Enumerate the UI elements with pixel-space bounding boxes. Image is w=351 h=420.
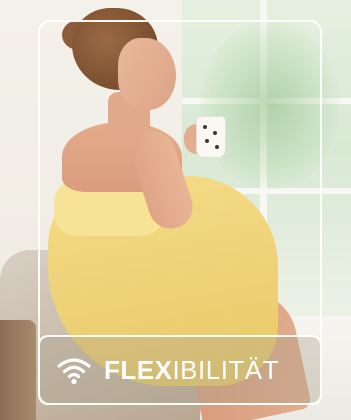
feature-label-text: FLEXIBILITÄT [104,355,279,386]
wifi-icon [57,358,91,385]
feature-label-bold: FLEX [104,354,173,385]
person-face [118,38,176,110]
mug-pattern-dot [215,145,219,149]
photo-card: FLEXIBILITÄT [0,0,351,420]
feature-label: FLEXIBILITÄT [38,335,322,405]
armchair-frame [0,320,36,420]
mug-pattern-dot [205,139,209,143]
mug-pattern-dot [203,125,207,129]
coffee-mug [196,116,226,158]
feature-label-light: IBILITÄT [172,354,280,385]
mug-pattern-dot [213,131,217,135]
outdoor-greenery [200,20,340,190]
